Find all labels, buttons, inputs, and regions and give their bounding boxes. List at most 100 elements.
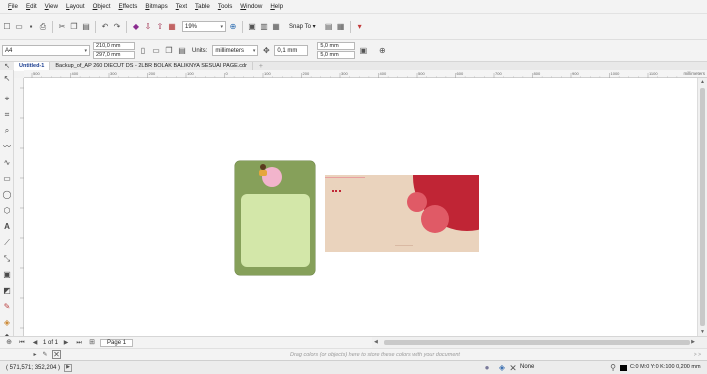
menu-help[interactable]: Help [266,0,287,13]
first-page-icon[interactable]: ⏮ [17,338,27,348]
current-page-icon[interactable]: ▤ [177,46,187,56]
undo-icon[interactable]: ↶ [100,22,110,32]
artistic-media-icon[interactable]: ∿ [2,158,12,168]
beige-card-design[interactable] [325,175,479,252]
page-width-field[interactable]: 210,0 mm [93,42,135,50]
text-tool-icon[interactable]: A [2,222,12,232]
all-pages-icon[interactable]: ❐ [164,46,174,56]
horizontal-scrollbar[interactable]: ◀ ▶ [372,336,707,348]
eyedropper-icon[interactable]: ✎ [40,350,50,360]
pick-tool-icon[interactable]: ↖ [2,74,12,84]
redo-icon[interactable]: ↷ [112,22,122,32]
menu-object[interactable]: Object [89,0,115,13]
document-palette[interactable]: ▸ ✎ ✕ Drag colors (or objects) here to s… [0,348,707,360]
vertical-ruler[interactable] [14,78,24,336]
page-size-dropdown[interactable]: A4 ▾ [2,45,90,56]
ruler-label: 0 [226,71,229,76]
fill-bucket-icon: ● [484,363,490,372]
menu-view[interactable]: View [41,0,62,13]
menu-text[interactable]: Text [172,0,191,13]
options-icon[interactable]: ▤ [324,22,334,32]
outline-color-swatch [620,365,627,371]
menu-layout[interactable]: Layout [62,0,89,13]
open-folder-icon[interactable]: ▭ [14,22,24,32]
zoom-tool-icon[interactable]: ⌕ [2,126,12,136]
ellipse-tool-icon[interactable]: ◯ [2,190,12,200]
connector-tool-icon[interactable]: ⤡ [2,254,12,264]
zoom-icon[interactable]: ⊕ [228,22,238,32]
nudge-distance-field[interactable]: 0,1 mm [274,45,309,56]
horizontal-scroll-thumb[interactable] [384,340,690,345]
show-rulers-icon[interactable]: ▥ [259,22,269,32]
application-launcher-icon[interactable]: ▦ [336,22,346,32]
toolbox: ↖ ⌖ ⌗ ⌕ 〰 ∿ ▭ ◯ ⬡ A ⟋ ⤡ ▣ ◩ ✎ ◈ ◆ [0,70,14,348]
previous-page-icon[interactable]: ◀ [30,338,40,348]
next-page-icon[interactable]: ▶ [61,338,71,348]
parallel-dimension-icon[interactable]: ⟋ [2,238,12,248]
page-height-field[interactable]: 297,0 mm [93,51,135,59]
last-page-icon[interactable]: ⏭ [74,338,84,348]
transparency-tool-icon[interactable]: ◩ [2,286,12,296]
add-page-before-icon[interactable]: ⊕ [4,338,14,348]
scroll-left-icon[interactable]: ◀ [374,339,378,345]
shape-tool-icon[interactable]: ⌖ [2,94,12,104]
paste-icon[interactable]: ▤ [81,22,91,32]
horizontal-ruler[interactable]: 500 400 300 200 100 0 100 200 300 400 500 600 700 800… [24,70,707,78]
play-icon[interactable]: ▶ [64,363,73,372]
outline-status: C:0 M:0 Y:0 K:100 0,200 mm [630,364,701,370]
menu-tools[interactable]: Tools [214,0,236,13]
interactive-fill-icon[interactable]: ◈ [2,318,12,328]
show-grid-icon[interactable]: ▦ [271,22,281,32]
no-color-swatch-icon[interactable]: ✕ [52,350,61,359]
palette-menu-icon[interactable]: ▸ [30,350,40,360]
menu-effects[interactable]: Effects [114,0,141,13]
cut-icon[interactable]: ✂ [57,22,67,32]
scroll-down-icon[interactable]: ▼ [700,329,705,335]
freehand-tool-icon[interactable]: 〰 [2,142,12,152]
cursor-coordinates: ( 571,571; 352,204 ) [6,364,61,371]
chevron-down-icon: ▾ [252,47,256,54]
publish-pdf-icon[interactable]: ▦ [167,22,177,32]
portrait-icon[interactable]: ▯ [138,46,148,56]
duplicate-x-field[interactable]: 5,0 mm [317,42,356,50]
export-icon[interactable]: ⇧ [155,22,165,32]
faint-bottom-mark [395,245,413,246]
landscape-icon[interactable]: ▭ [151,46,161,56]
crop-tool-icon[interactable]: ⌗ [2,110,12,120]
rectangle-tool-icon[interactable]: ▭ [2,174,12,184]
duplicate-y-field[interactable]: 5,0 mm [317,51,356,59]
print-icon[interactable]: ⎙ [38,22,48,32]
search-content-icon[interactable]: ◆ [131,22,141,32]
welcome-screen-icon[interactable]: ▾ [355,22,365,32]
eyedropper-icon[interactable]: ✎ [2,302,12,312]
chevron-down-icon: ▾ [220,23,223,30]
add-page-after-icon[interactable]: ⊞ [87,338,97,348]
menu-window[interactable]: Window [236,0,266,13]
add-page-icon[interactable]: ⊕ [377,46,387,56]
import-icon[interactable]: ⇩ [143,22,153,32]
menu-file[interactable]: File [4,0,22,13]
scroll-right-icon[interactable]: ▶ [691,339,695,345]
page-tab-page-1[interactable]: Page 1 [100,338,134,347]
green-card-design[interactable] [235,161,315,275]
zoom-level-dropdown[interactable]: 19% ▾ [182,21,226,32]
ruler-label: 300 [110,71,117,76]
menu-bitmaps[interactable]: Bitmaps [141,0,171,13]
vertical-scroll-thumb[interactable] [700,88,705,326]
full-screen-icon[interactable]: ▣ [247,22,257,32]
copy-icon[interactable]: ❐ [69,22,79,32]
page-counter: 1 of 1 [43,339,59,346]
save-icon[interactable]: ▪ [26,22,36,32]
menu-table[interactable]: Table [191,0,214,13]
drop-shadow-icon[interactable]: ▣ [2,270,12,280]
page-frame-icon[interactable]: ▣ [358,46,368,56]
scroll-up-icon[interactable]: ▲ [700,79,705,85]
polygon-tool-icon[interactable]: ⬡ [2,206,12,216]
drawing-canvas[interactable] [24,78,697,336]
ruler-label: 200 [303,71,310,76]
new-document-icon[interactable]: ☐ [2,22,12,32]
snap-to-button[interactable]: Snap To ▾ [287,23,318,30]
menu-edit[interactable]: Edit [22,0,41,13]
units-dropdown[interactable]: millimeters ▾ [212,45,259,56]
vertical-scrollbar[interactable]: ▲ ▼ [697,78,707,336]
